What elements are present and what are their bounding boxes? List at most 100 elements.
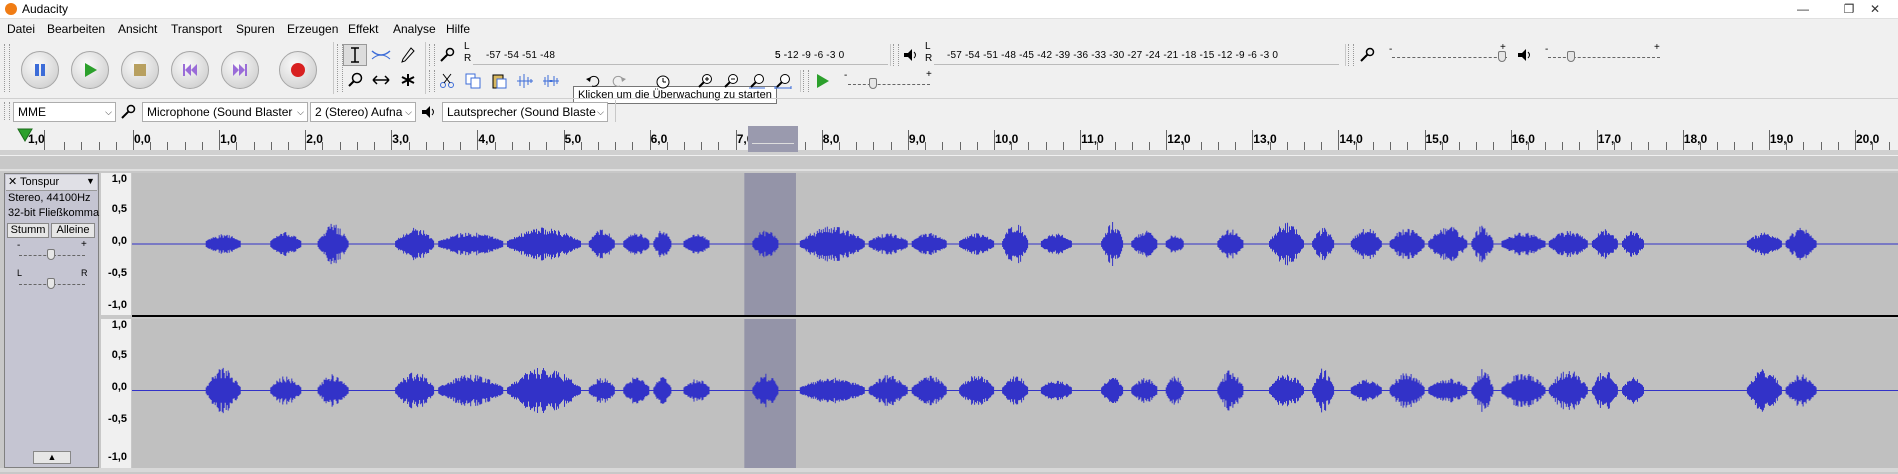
menu-datei[interactable]: Datei (7, 22, 35, 36)
multi-tool-button[interactable] (396, 69, 420, 91)
collapse-track-button[interactable]: ▲ (33, 451, 71, 464)
playback-volume-slider[interactable] (1567, 51, 1575, 62)
pause-icon (35, 64, 45, 76)
record-meter-button[interactable] (436, 45, 458, 65)
output-device-select[interactable]: Lautsprecher (Sound Blaste ⌵ (442, 102, 608, 122)
redo-button[interactable] (608, 70, 630, 92)
toolbar-separator (890, 44, 891, 66)
ruler-minor-tick (856, 142, 858, 150)
track-close-button[interactable]: ✕ (8, 175, 17, 188)
record-volume-track[interactable] (1392, 57, 1507, 58)
solo-button[interactable]: Alleine (51, 223, 95, 238)
speed-slider[interactable] (869, 78, 877, 89)
menu-ansicht[interactable]: Ansicht (118, 22, 157, 36)
scissors-icon (440, 73, 454, 88)
menu-bar: Datei Bearbeiten Ansicht Transport Spure… (0, 19, 1898, 39)
menu-bearbeiten[interactable]: Bearbeiten (47, 22, 105, 36)
playback-volume-track[interactable] (1548, 57, 1660, 58)
paste-button[interactable] (488, 70, 510, 92)
menu-analyse[interactable]: Analyse (393, 22, 436, 36)
toolbar-grip[interactable] (1348, 44, 1354, 66)
play-meter-right-label: R (925, 53, 933, 64)
skip-to-start-button[interactable] (171, 51, 209, 89)
play-button[interactable] (71, 51, 109, 89)
toolbar-grip[interactable] (429, 70, 435, 92)
pencil-icon (401, 47, 415, 63)
ruler-major-tick (1252, 130, 1254, 150)
draw-tool-button[interactable] (396, 44, 420, 66)
ruler-major-tick (821, 130, 823, 150)
pan-left-label: L (17, 268, 23, 278)
sync-lock-button[interactable] (652, 70, 674, 92)
record-volume-icon-button (1356, 45, 1378, 65)
timeshift-tool-button[interactable] (369, 69, 393, 91)
waveform-channel-right[interactable] (132, 319, 1898, 468)
ruler-minor-tick (718, 142, 720, 150)
skip-to-end-button[interactable] (221, 51, 259, 89)
menu-erzeugen[interactable]: Erzeugen (287, 22, 338, 36)
ruler-minor-tick (1734, 142, 1736, 150)
record-button[interactable] (279, 51, 317, 89)
audio-host-select[interactable]: MME ⌵ (13, 102, 116, 122)
waveform-channel-left[interactable] (132, 173, 1898, 315)
gain-slider[interactable] (47, 249, 55, 260)
copy-button[interactable] (462, 70, 484, 92)
toolbar-grip[interactable] (429, 44, 435, 66)
track-bitdepth-info: 32-bit Fließkomma (8, 207, 100, 219)
play-at-speed-button[interactable] (812, 70, 834, 92)
close-window-button[interactable]: ✕ (1852, 0, 1898, 18)
envelope-tool-button[interactable] (369, 44, 393, 66)
timeline-ruler[interactable]: 1,0 0,0 1,0 2,0 3,0 4,0 5,0 6,0 7,0 8,0 9,0 10,0 11,… (0, 124, 1898, 155)
pause-button[interactable] (21, 51, 59, 89)
zoom-out-button[interactable] (720, 70, 742, 92)
track-menu-arrow[interactable]: ▼ (86, 176, 95, 186)
menu-transport[interactable]: Transport (171, 22, 222, 36)
audacity-logo-icon (5, 3, 17, 15)
fit-selection-button[interactable] (746, 70, 768, 92)
meter-left-label: L (464, 41, 470, 52)
trim-button[interactable] (514, 70, 536, 92)
toolbar-grip[interactable] (893, 44, 899, 66)
ruler-minor-tick (1545, 142, 1547, 150)
mute-button[interactable]: Stumm (7, 223, 49, 238)
zoom-in-button[interactable] (694, 70, 716, 92)
toolbar-grip[interactable] (4, 44, 10, 92)
speed-track[interactable] (848, 84, 930, 85)
ruler-major-tick (1338, 130, 1340, 150)
channels-value: 2 (Stereo) Aufna (315, 105, 403, 119)
record-meter[interactable]: -57 -54 -51 -48 5 -12 -9 -6 -3 0 5 -12 -… (473, 46, 888, 65)
waveform-left-svg (132, 173, 1898, 315)
ruler-label: 11,0 (1081, 132, 1104, 146)
envelope-icon (371, 50, 391, 60)
stop-button[interactable] (121, 51, 159, 89)
input-device-select[interactable]: Microphone (Sound Blaster ⌵ (142, 102, 308, 122)
ruler-minor-tick (615, 142, 617, 150)
pan-slider[interactable] (47, 278, 55, 289)
toolbar-grip[interactable] (4, 102, 10, 120)
ruler-minor-tick (236, 142, 238, 150)
menu-effekt[interactable]: Effekt (348, 22, 378, 36)
toolbar-grip[interactable] (803, 70, 809, 92)
menu-spuren[interactable]: Spuren (236, 22, 275, 36)
channels-select[interactable]: 2 (Stereo) Aufna ⌵ (310, 102, 416, 122)
selection-tool-button[interactable] (343, 44, 367, 66)
zoom-selection-icon (749, 74, 765, 89)
playback-meter-button[interactable] (900, 45, 922, 65)
track-name-button[interactable]: Tonspur (20, 176, 59, 188)
zoom-in-icon (698, 74, 712, 88)
silence-button[interactable] (540, 70, 562, 92)
undo-button[interactable] (582, 70, 604, 92)
toolbar-separator (1345, 44, 1346, 66)
ruler-minor-tick (1407, 142, 1409, 150)
vertical-ruler-bottom: 1,0 0,5 0,0 -0,5 -1,0 (101, 319, 131, 468)
cut-button[interactable] (436, 70, 458, 92)
menu-hilfe[interactable]: Hilfe (446, 22, 470, 36)
ruler-minor-tick (1062, 142, 1064, 150)
ruler-minor-tick (529, 142, 531, 150)
clock-icon (656, 75, 670, 89)
zoom-tool-button[interactable] (343, 69, 367, 91)
ruler-minor-tick (1665, 142, 1667, 150)
fit-project-button[interactable] (772, 70, 794, 92)
playback-meter[interactable]: -57 -54 -51 -48 -45 -42 -39 -36 -33 -30 … (934, 46, 1339, 65)
minimize-button[interactable]: — (1780, 0, 1826, 18)
